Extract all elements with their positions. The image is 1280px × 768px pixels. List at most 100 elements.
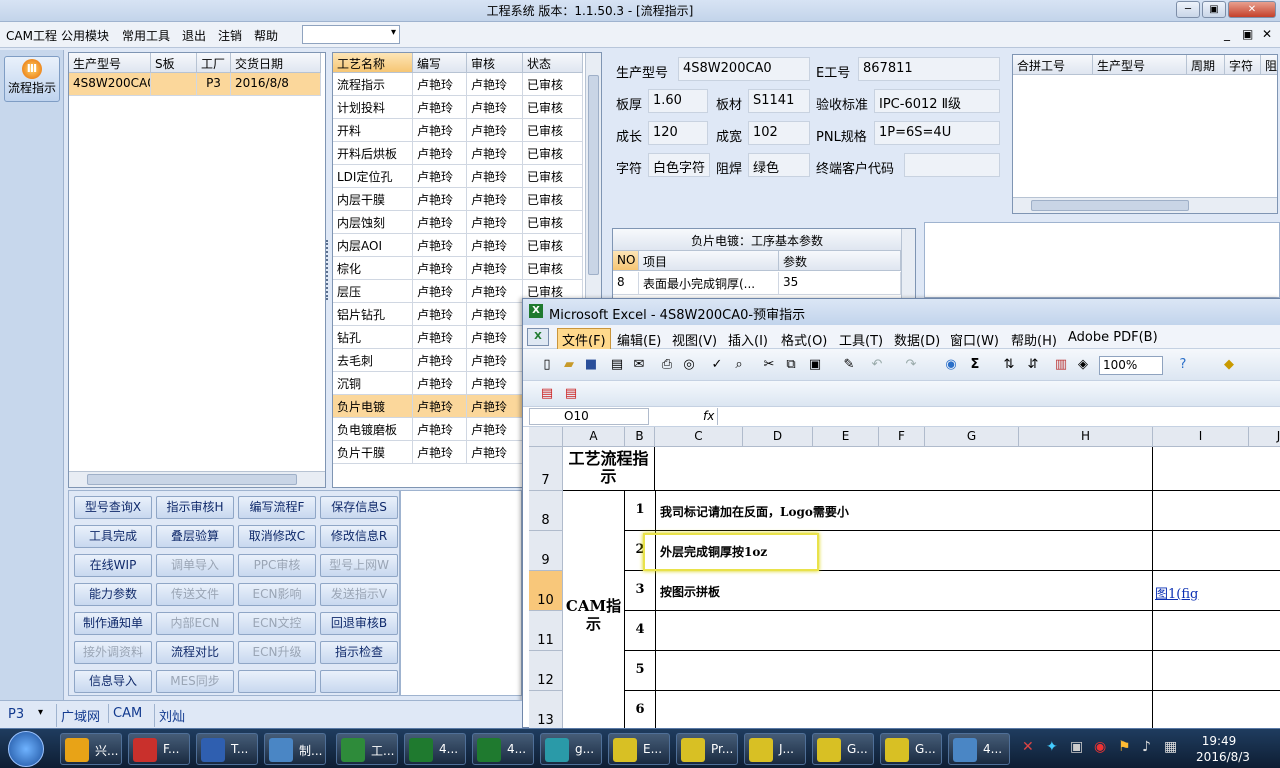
clock-date[interactable]: 2016/8/3: [1190, 750, 1256, 764]
thickness-field[interactable]: 1.60: [648, 89, 708, 113]
function-button[interactable]: ECN文控: [238, 612, 316, 635]
function-button[interactable]: MES同步: [156, 670, 234, 693]
process-header-reviewer[interactable]: 审核: [467, 53, 523, 73]
item-text[interactable]: 按图示拼板: [656, 571, 1153, 611]
excel-menu-insert[interactable]: 插入(I): [728, 330, 768, 349]
name-box[interactable]: O10: [529, 408, 649, 425]
column-header[interactable]: I: [1153, 427, 1249, 447]
order-date[interactable]: 2016/8/8: [231, 73, 321, 96]
process-reviewer[interactable]: 卢艳玲: [467, 257, 523, 280]
pnl-field[interactable]: 1P=6S=4U: [874, 121, 1000, 145]
hyperlink-icon[interactable]: ◉: [943, 357, 959, 373]
start-button[interactable]: [8, 731, 44, 767]
pdf-email-icon[interactable]: ▤: [563, 386, 579, 402]
item-number[interactable]: 4: [625, 611, 656, 651]
process-header-name[interactable]: 工艺名称: [333, 53, 413, 73]
function-button[interactable]: 指示检查: [320, 641, 398, 664]
mdi-close-button[interactable]: ✕: [1262, 27, 1272, 41]
merge-header[interactable]: 周期: [1187, 55, 1225, 75]
process-author[interactable]: 卢艳玲: [413, 395, 467, 418]
tray-device-icon[interactable]: ▣: [1070, 739, 1083, 755]
process-name[interactable]: 沉铜: [333, 372, 413, 395]
column-header[interactable]: B: [625, 427, 655, 447]
process-name[interactable]: 去毛刺: [333, 349, 413, 372]
params-header-item[interactable]: 项目: [639, 251, 779, 271]
zoom-select[interactable]: 100%: [1099, 356, 1163, 375]
process-name[interactable]: 负电镀磨板: [333, 418, 413, 441]
process-author[interactable]: 卢艳玲: [413, 280, 467, 303]
excel-menu-view[interactable]: 视图(V): [672, 330, 717, 349]
new-icon[interactable]: ▯: [539, 357, 555, 373]
merge-header[interactable]: 阻焊: [1261, 55, 1277, 75]
sheet-cell[interactable]: [1153, 531, 1280, 571]
excel-doc-icon[interactable]: X: [527, 328, 549, 346]
excel-menu-data[interactable]: 数据(D): [894, 330, 940, 349]
menu-combo-select[interactable]: [302, 25, 400, 44]
function-button[interactable]: 型号上网W: [320, 554, 398, 577]
merge-hscrollbar[interactable]: [1013, 197, 1277, 213]
function-button[interactable]: 指示审核H: [156, 496, 234, 519]
function-button[interactable]: 取消修改C: [238, 525, 316, 548]
scroll-thumb[interactable]: [87, 474, 297, 485]
process-header-status[interactable]: 状态: [523, 53, 583, 73]
copy-icon[interactable]: ⧉: [783, 357, 799, 373]
section-cam[interactable]: CAM指示: [563, 491, 625, 729]
chevron-down-icon[interactable]: ▾: [38, 707, 43, 718]
select-all-corner[interactable]: [529, 427, 563, 447]
process-name[interactable]: LDI定位孔: [333, 165, 413, 188]
item-text[interactable]: [656, 691, 1153, 729]
function-button[interactable]: [320, 670, 398, 693]
function-button[interactable]: 型号查询X: [74, 496, 152, 519]
process-name[interactable]: 开料: [333, 119, 413, 142]
function-button[interactable]: ECN影响: [238, 583, 316, 606]
sort-desc-icon[interactable]: ⇵: [1025, 357, 1041, 373]
network-icon[interactable]: ▦: [1164, 739, 1177, 755]
item-text[interactable]: [656, 651, 1153, 691]
function-button[interactable]: 保存信息S: [320, 496, 398, 519]
process-status[interactable]: 已审核: [523, 142, 583, 165]
process-author[interactable]: 卢艳玲: [413, 142, 467, 165]
taskbar-button[interactable]: G...: [880, 733, 942, 765]
orders-header[interactable]: 生产型号: [69, 53, 151, 73]
process-name[interactable]: 负片干膜: [333, 441, 413, 464]
row-header[interactable]: 12: [529, 651, 563, 691]
params-vscrollbar[interactable]: [901, 229, 915, 299]
process-status[interactable]: 已审核: [523, 119, 583, 142]
menu-cam[interactable]: CAM工程: [6, 27, 57, 44]
process-name[interactable]: 铝片钻孔: [333, 303, 413, 326]
tray-feather-icon[interactable]: ✦: [1046, 739, 1058, 755]
cut-icon[interactable]: ✂: [761, 357, 777, 373]
process-status[interactable]: 已审核: [523, 73, 583, 96]
fx-icon[interactable]: fx: [703, 409, 714, 423]
customer-code-field[interactable]: [904, 153, 1000, 177]
process-author[interactable]: 卢艳玲: [413, 349, 467, 372]
column-header[interactable]: J: [1249, 427, 1280, 447]
function-button[interactable]: PPC审核: [238, 554, 316, 577]
sheet-cell[interactable]: [1153, 611, 1280, 651]
length-field[interactable]: 120: [648, 121, 708, 145]
column-header[interactable]: C: [655, 427, 743, 447]
function-button[interactable]: 流程对比: [156, 641, 234, 664]
function-button[interactable]: 接外调资料: [74, 641, 152, 664]
taskbar-button[interactable]: 4...: [404, 733, 466, 765]
process-name[interactable]: 内层AOI: [333, 234, 413, 257]
maximize-button[interactable]: ▣: [1202, 1, 1226, 18]
row-header[interactable]: 13: [529, 691, 563, 729]
material-field[interactable]: S1141: [748, 89, 810, 113]
process-author[interactable]: 卢艳玲: [413, 234, 467, 257]
process-reviewer[interactable]: 卢艳玲: [467, 234, 523, 257]
process-reviewer[interactable]: 卢艳玲: [467, 441, 523, 464]
mdi-restore-button[interactable]: ▣: [1242, 27, 1253, 41]
process-name[interactable]: 钻孔: [333, 326, 413, 349]
tray-x-icon[interactable]: ✕: [1022, 739, 1034, 755]
open-icon[interactable]: ▰: [561, 357, 577, 373]
process-reviewer[interactable]: 卢艳玲: [467, 372, 523, 395]
process-name[interactable]: 内层蚀刻: [333, 211, 413, 234]
function-button[interactable]: 修改信息R: [320, 525, 398, 548]
function-button[interactable]: 能力参数: [74, 583, 152, 606]
row-header[interactable]: 9: [529, 531, 563, 571]
row-header[interactable]: 11: [529, 611, 563, 651]
model-field[interactable]: 4S8W200CA0: [678, 57, 810, 81]
process-reviewer[interactable]: 卢艳玲: [467, 165, 523, 188]
redo-icon[interactable]: ↷: [903, 357, 919, 373]
